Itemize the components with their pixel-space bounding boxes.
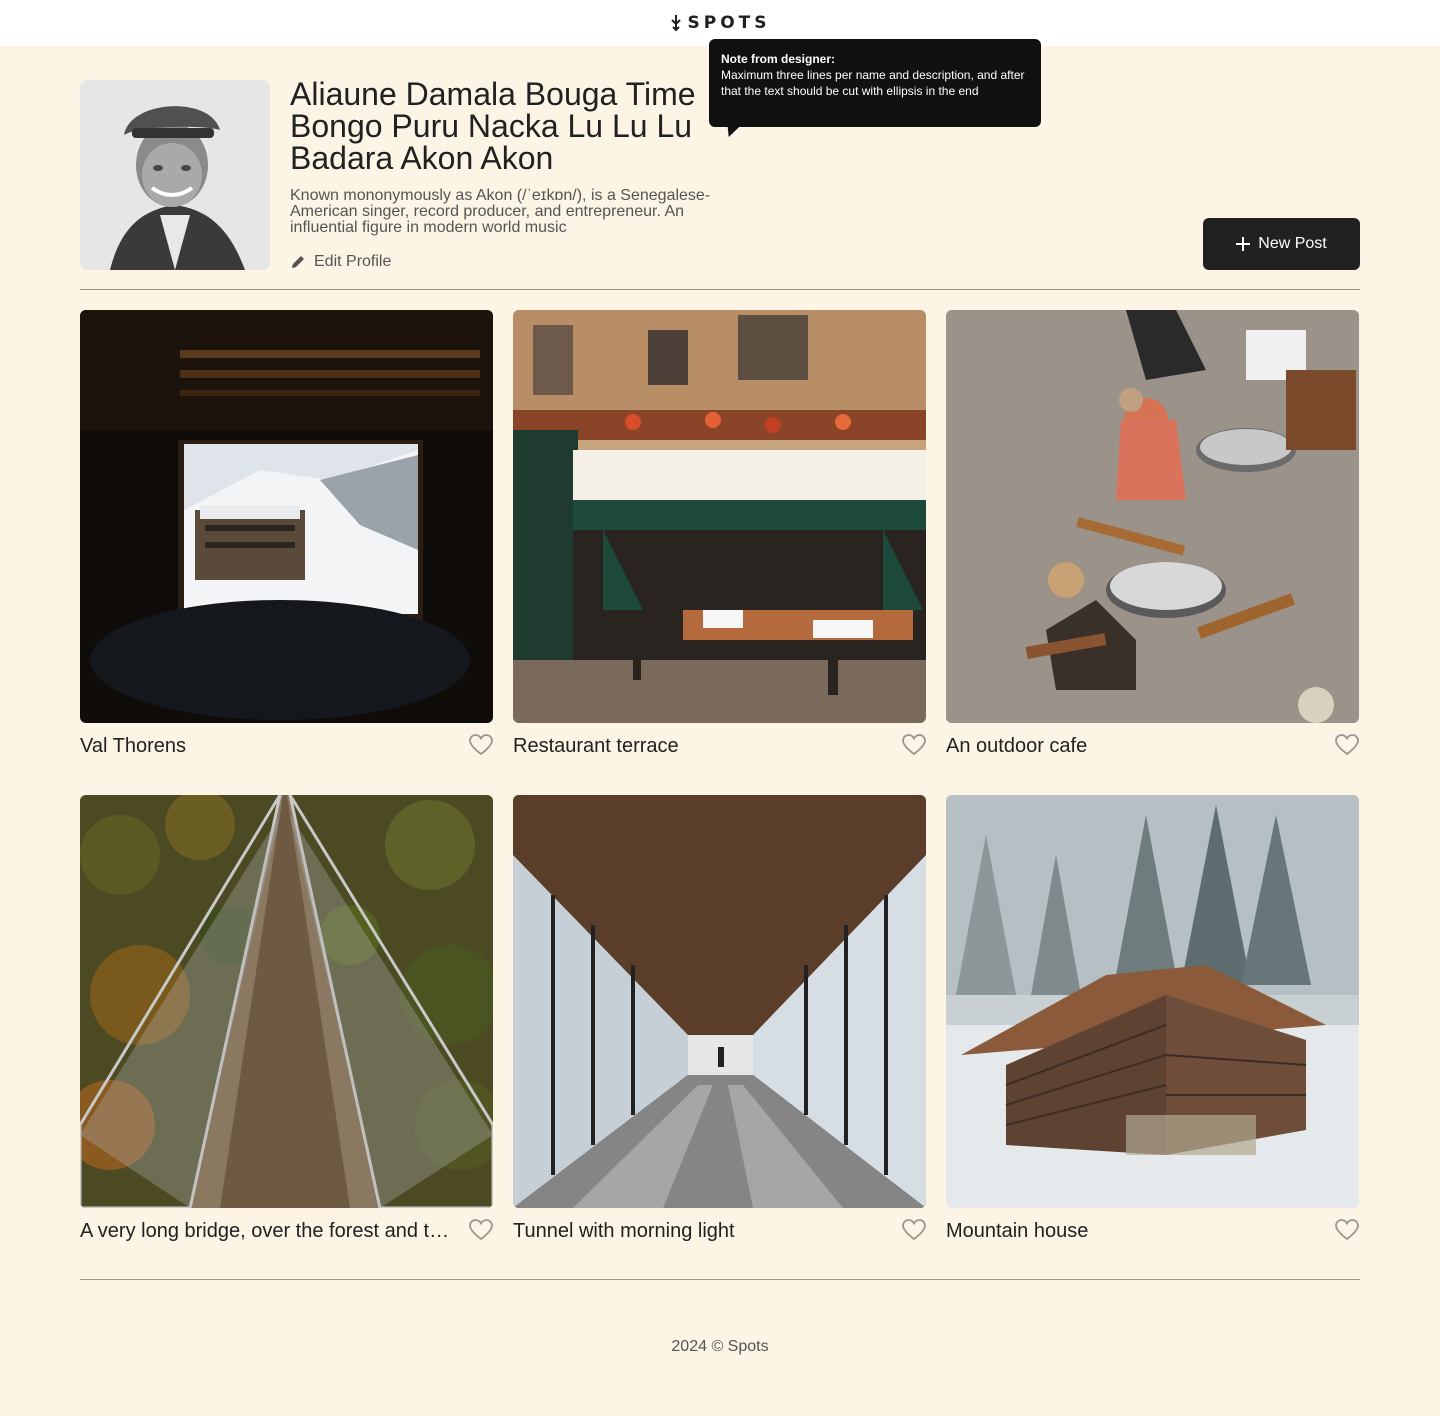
- edit-profile-button[interactable]: Edit Profile: [290, 252, 391, 272]
- card-title: Restaurant terrace: [513, 735, 679, 757]
- heart-icon[interactable]: [469, 1219, 493, 1241]
- card[interactable]: Restaurant terrace: [513, 310, 926, 770]
- heart-icon[interactable]: [902, 734, 926, 756]
- card[interactable]: A very long bridge, over the forest and …: [80, 795, 493, 1255]
- tooltip-title: Note from designer:: [721, 52, 836, 66]
- edit-profile-label: Edit Profile: [314, 253, 392, 270]
- footer-text: 2024 © Spots: [671, 1338, 769, 1355]
- logo-text: SPOTS: [687, 13, 771, 33]
- profile-description: Known mononymously as Akon (/ˈeɪkɒn/), i…: [290, 188, 711, 236]
- heart-icon[interactable]: [902, 1219, 926, 1241]
- new-post-button[interactable]: New Post: [1203, 218, 1360, 270]
- card-title: An outdoor cafe: [946, 735, 1088, 757]
- new-post-label: New Post: [1258, 235, 1327, 252]
- logo[interactable]: SPOTS: [670, 13, 771, 33]
- card-image[interactable]: [946, 795, 1359, 1208]
- spots-logo-icon: [670, 15, 681, 32]
- profile-divider: [80, 289, 1360, 290]
- card-title: Val Thorens: [80, 735, 186, 757]
- card[interactable]: Mountain house: [946, 795, 1359, 1255]
- pencil-icon: [292, 256, 304, 268]
- card-image[interactable]: [513, 795, 926, 1208]
- card[interactable]: An outdoor cafe: [946, 310, 1359, 770]
- heart-icon[interactable]: [469, 734, 493, 756]
- plus-icon: [1236, 237, 1251, 251]
- profile-name: Aliaune Damala Bouga Time Bongo Puru Nac…: [290, 78, 696, 174]
- card-title: Mountain house: [946, 1220, 1089, 1242]
- card[interactable]: Tunnel with morning light: [513, 795, 926, 1255]
- card-title: A very long bridge, over the forest and …: [80, 1220, 450, 1242]
- heart-icon[interactable]: [1335, 734, 1359, 756]
- card-image[interactable]: [513, 310, 926, 723]
- card-title: Tunnel with morning light: [513, 1220, 735, 1242]
- card-image[interactable]: [80, 795, 493, 1208]
- designer-note-tooltip: Note from designer: Maximum three lines …: [709, 39, 1041, 127]
- card-image[interactable]: [80, 310, 493, 723]
- avatar: [80, 80, 270, 270]
- footer-divider: [80, 1279, 1360, 1280]
- tooltip-body: Maximum three lines per name and descrip…: [721, 68, 1025, 98]
- card[interactable]: Val Thorens: [80, 310, 493, 770]
- heart-icon[interactable]: [1335, 1219, 1359, 1241]
- card-image[interactable]: [946, 310, 1359, 723]
